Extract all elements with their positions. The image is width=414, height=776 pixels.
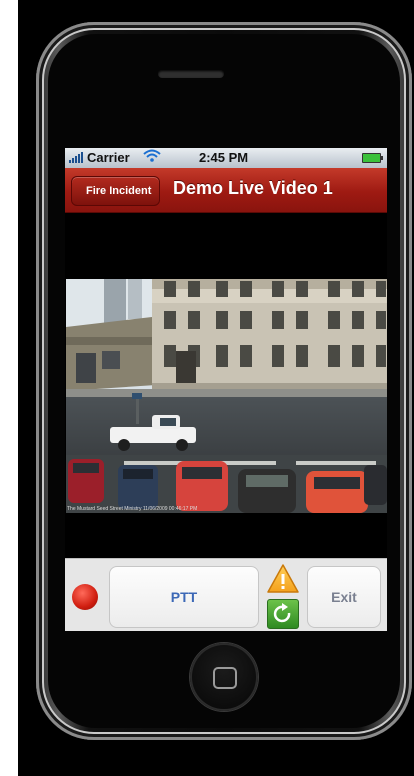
exit-button[interactable]: Exit bbox=[307, 566, 381, 628]
page-title: Demo Live Video 1 bbox=[173, 178, 333, 198]
back-button[interactable]: Fire Incident bbox=[71, 176, 161, 206]
battery-icon bbox=[362, 153, 383, 163]
status-time: 2:45 PM bbox=[199, 150, 249, 165]
carrier-label: Carrier bbox=[87, 150, 130, 165]
back-button-label: Fire Incident bbox=[86, 185, 152, 197]
home-square-icon bbox=[213, 667, 237, 689]
navigation-bar: Fire Incident Demo Live Video 1 bbox=[65, 168, 387, 213]
warning-icon[interactable] bbox=[266, 563, 300, 595]
live-video-view[interactable]: The Mustard Seed Street Ministry 11/06/2… bbox=[66, 279, 387, 513]
signal-icon bbox=[69, 152, 83, 163]
video-caption: The Mustard Seed Street Ministry 11/06/2… bbox=[67, 506, 198, 512]
record-icon[interactable] bbox=[72, 584, 98, 610]
earpiece-speaker bbox=[158, 70, 224, 78]
refresh-icon[interactable] bbox=[267, 599, 299, 629]
video-frame bbox=[66, 279, 387, 513]
exit-button-label: Exit bbox=[331, 589, 357, 605]
wifi-icon bbox=[143, 149, 161, 166]
control-bar: PTT Exit bbox=[65, 558, 387, 631]
ptt-button[interactable]: PTT bbox=[109, 566, 259, 628]
ptt-button-label: PTT bbox=[170, 589, 198, 605]
app-screen: Carrier 2:45 PM Fire Incident Demo Live … bbox=[65, 148, 387, 631]
home-button[interactable] bbox=[190, 643, 258, 711]
status-bar: Carrier 2:45 PM bbox=[65, 148, 387, 168]
